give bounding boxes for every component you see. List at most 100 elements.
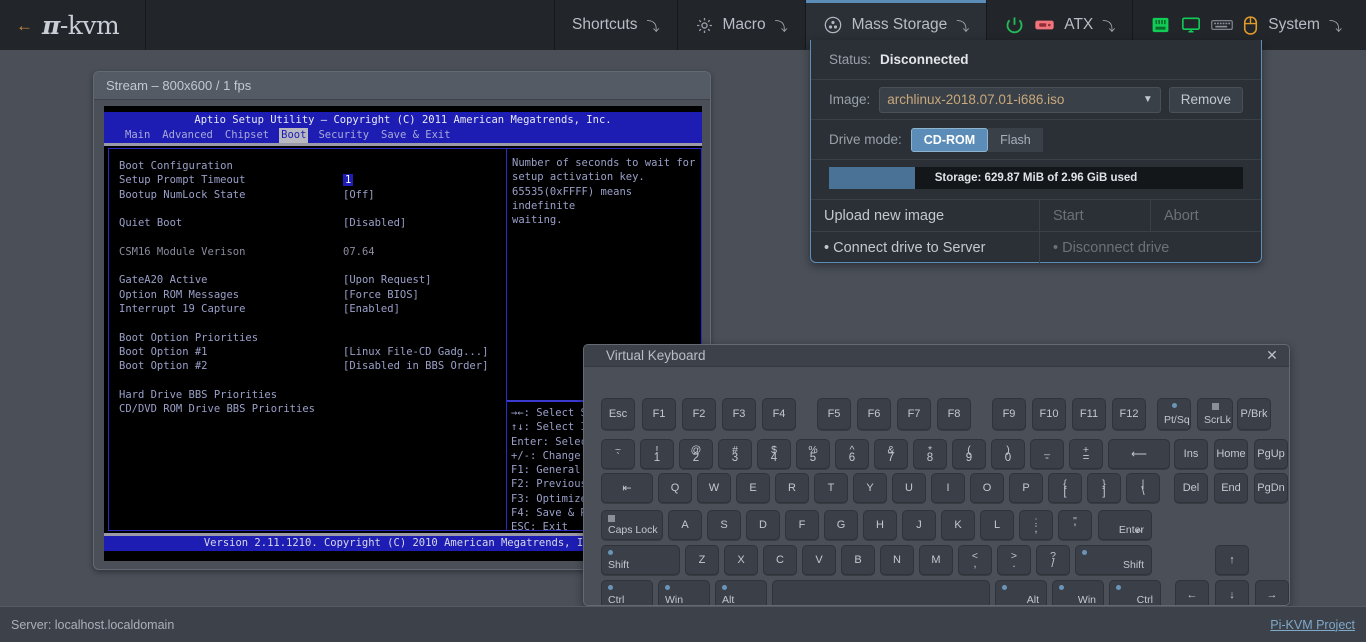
table-row[interactable]: Setup Prompt Timeout 1	[119, 173, 506, 187]
key-controlleft[interactable]: Ctrl	[601, 580, 653, 606]
key-d[interactable]: D	[746, 510, 780, 540]
key-f11[interactable]: F11	[1072, 398, 1106, 430]
bios-menu-boot[interactable]: Boot	[279, 128, 308, 143]
key-digit9[interactable]: (9	[952, 439, 986, 469]
bios-menu-advanced[interactable]: Advanced	[160, 128, 215, 143]
key-altright[interactable]: Alt	[995, 580, 1047, 606]
key-f2[interactable]: F2	[682, 398, 716, 430]
key-a[interactable]: A	[668, 510, 702, 540]
key-n[interactable]: N	[880, 545, 914, 575]
key-arrowleft[interactable]: ←	[1175, 580, 1209, 606]
key-bracketright[interactable]: }]	[1087, 473, 1121, 503]
key-digit7[interactable]: &7	[874, 439, 908, 469]
key-metaleft[interactable]: Win	[658, 580, 710, 606]
key-v[interactable]: V	[802, 545, 836, 575]
virtual-keyboard-titlebar[interactable]: Virtual Keyboard ✕	[584, 345, 1289, 367]
close-icon[interactable]: ✕	[1255, 345, 1289, 367]
key-u[interactable]: U	[892, 473, 926, 503]
key-pageup[interactable]: PgUp	[1254, 439, 1288, 469]
key-i[interactable]: I	[931, 473, 965, 503]
upload-new-image-button[interactable]: Upload new image	[811, 200, 1040, 231]
key-prtsc[interactable]: Pt/Sq	[1157, 398, 1191, 430]
back-arrow-icon[interactable]: ←	[16, 17, 33, 34]
key-k[interactable]: K	[941, 510, 975, 540]
key-t[interactable]: T	[814, 473, 848, 503]
key-f10[interactable]: F10	[1032, 398, 1066, 430]
pi-kvm-project-link[interactable]: Pi-KVM Project	[1270, 618, 1355, 632]
key-arrowdown[interactable]: ↓	[1215, 580, 1249, 606]
table-row[interactable]: Option ROM Messages [Force BIOS]	[119, 288, 506, 302]
key-p[interactable]: P	[1009, 473, 1043, 503]
key-comma[interactable]: <,	[958, 545, 992, 575]
bios-menu-save-exit[interactable]: Save & Exit	[379, 128, 453, 143]
nav-item-shortcuts[interactable]: Shortcuts ⤵	[555, 0, 678, 50]
key-f9[interactable]: F9	[992, 398, 1026, 430]
key-f8[interactable]: F8	[937, 398, 971, 430]
key-end[interactable]: End	[1214, 473, 1248, 503]
drive-mode-flash-button[interactable]: Flash	[988, 128, 1043, 152]
key-digit6[interactable]: ^6	[835, 439, 869, 469]
drive-mode-cdrom-button[interactable]: CD-ROM	[911, 128, 988, 152]
key-c[interactable]: C	[763, 545, 797, 575]
key-s[interactable]: S	[707, 510, 741, 540]
key-digit5[interactable]: %5	[796, 439, 830, 469]
key-delete[interactable]: Del	[1174, 473, 1208, 503]
key-w[interactable]: W	[697, 473, 731, 503]
bios-menu-chipset[interactable]: Chipset	[223, 128, 271, 143]
key-l[interactable]: L	[980, 510, 1014, 540]
key-f3[interactable]: F3	[722, 398, 756, 430]
bios-menu-security[interactable]: Security	[316, 128, 371, 143]
key-bracketleft[interactable]: {[	[1048, 473, 1082, 503]
table-row[interactable]: Boot Option #2 [Disabled in BBS Order]	[119, 359, 506, 373]
key-pause[interactable]: P/Brk	[1237, 398, 1271, 430]
key-tab[interactable]: ⇤	[601, 473, 653, 503]
key-backslash[interactable]: |\	[1126, 473, 1160, 503]
nav-item-macro[interactable]: Macro ⤵	[678, 0, 806, 50]
connect-drive-button[interactable]: • Connect drive to Server	[811, 232, 1040, 263]
key-f5[interactable]: F5	[817, 398, 851, 430]
key-controlright[interactable]: Ctrl	[1109, 580, 1161, 606]
key-quote[interactable]: "'	[1058, 510, 1092, 540]
key-scrlk[interactable]: ScrLk	[1197, 398, 1233, 430]
table-row[interactable]: Interrupt 19 Capture [Enabled]	[119, 302, 506, 316]
key-digit2[interactable]: @2	[679, 439, 713, 469]
table-row[interactable]: Hard Drive BBS Priorities	[119, 388, 506, 402]
key-arrowright[interactable]: →	[1255, 580, 1289, 606]
key-space[interactable]	[772, 580, 990, 606]
key-digit1[interactable]: !1	[640, 439, 674, 469]
key-e[interactable]: E	[736, 473, 770, 503]
key-home[interactable]: Home	[1214, 439, 1248, 469]
remove-image-button[interactable]: Remove	[1169, 87, 1243, 113]
key-insert[interactable]: Ins	[1174, 439, 1208, 469]
logo-area[interactable]: ← π-kvm	[0, 0, 146, 50]
key-enter[interactable]: Enter↵	[1098, 510, 1152, 540]
key-capslock[interactable]: Caps Lock	[601, 510, 663, 540]
key-semicolon[interactable]: :;	[1019, 510, 1053, 540]
table-row[interactable]: Boot Option #1 [Linux File-CD Gadg...]	[119, 345, 506, 359]
key-arrowup[interactable]: ↑	[1215, 545, 1249, 575]
image-select[interactable]: archlinux-2018.07.01-i686.iso ▼	[879, 87, 1160, 113]
key-z[interactable]: Z	[685, 545, 719, 575]
key-metaright[interactable]: Win	[1052, 580, 1104, 606]
key-f1[interactable]: F1	[642, 398, 676, 430]
key-r[interactable]: R	[775, 473, 809, 503]
key-pagedown[interactable]: PgDn	[1254, 473, 1288, 503]
key-y[interactable]: Y	[853, 473, 887, 503]
key-f12[interactable]: F12	[1112, 398, 1146, 430]
key-minus[interactable]: _-	[1030, 439, 1064, 469]
key-backquote[interactable]: ~`	[601, 439, 635, 469]
key-period[interactable]: >.	[997, 545, 1031, 575]
key-h[interactable]: H	[863, 510, 897, 540]
key-slash[interactable]: ?/	[1036, 545, 1070, 575]
key-j[interactable]: J	[902, 510, 936, 540]
key-altleft[interactable]: Alt	[715, 580, 767, 606]
key-digit3[interactable]: #3	[718, 439, 752, 469]
key-f4[interactable]: F4	[762, 398, 796, 430]
stream-titlebar[interactable]: Stream – 800x600 / 1 fps	[94, 72, 710, 100]
key-g[interactable]: G	[824, 510, 858, 540]
key-shiftright[interactable]: Shift	[1075, 545, 1152, 575]
key-shiftleft[interactable]: Shift	[601, 545, 680, 575]
bios-menu-main[interactable]: Main	[123, 128, 152, 143]
table-row[interactable]: Quiet Boot [Disabled]	[119, 216, 506, 230]
key-x[interactable]: X	[724, 545, 758, 575]
